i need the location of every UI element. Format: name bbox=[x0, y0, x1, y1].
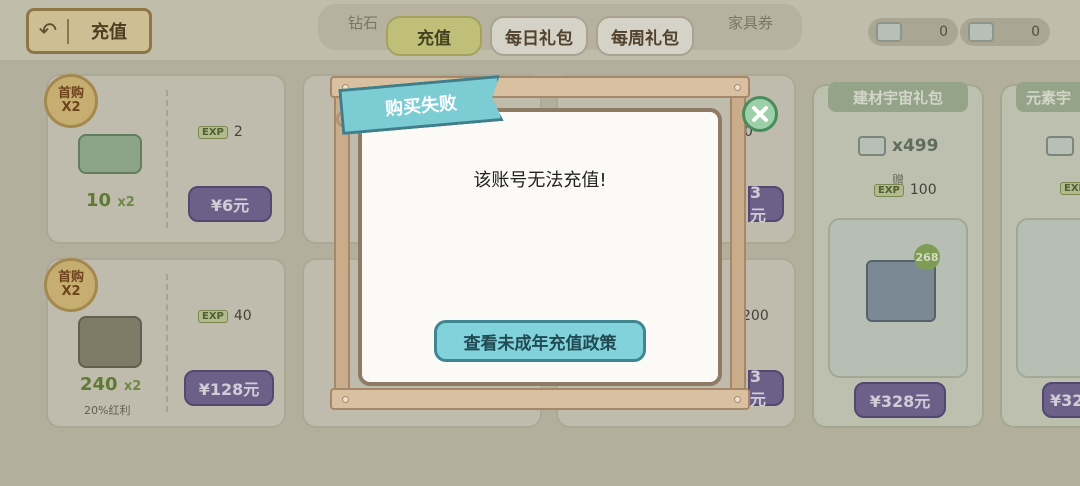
frame-rail-left bbox=[334, 90, 350, 394]
purchase-failed-dialog: 购买失败 该账号无法充值! 查看未成年充值政策 bbox=[330, 76, 778, 410]
dialog-message: 该账号无法充值! bbox=[473, 170, 607, 191]
minor-recharge-policy-button[interactable]: 查看未成年充值政策 bbox=[434, 320, 646, 362]
close-icon bbox=[752, 106, 768, 122]
frame-rail-right bbox=[730, 90, 746, 394]
close-button[interactable] bbox=[742, 96, 778, 132]
frame-rail-bottom bbox=[330, 388, 750, 410]
